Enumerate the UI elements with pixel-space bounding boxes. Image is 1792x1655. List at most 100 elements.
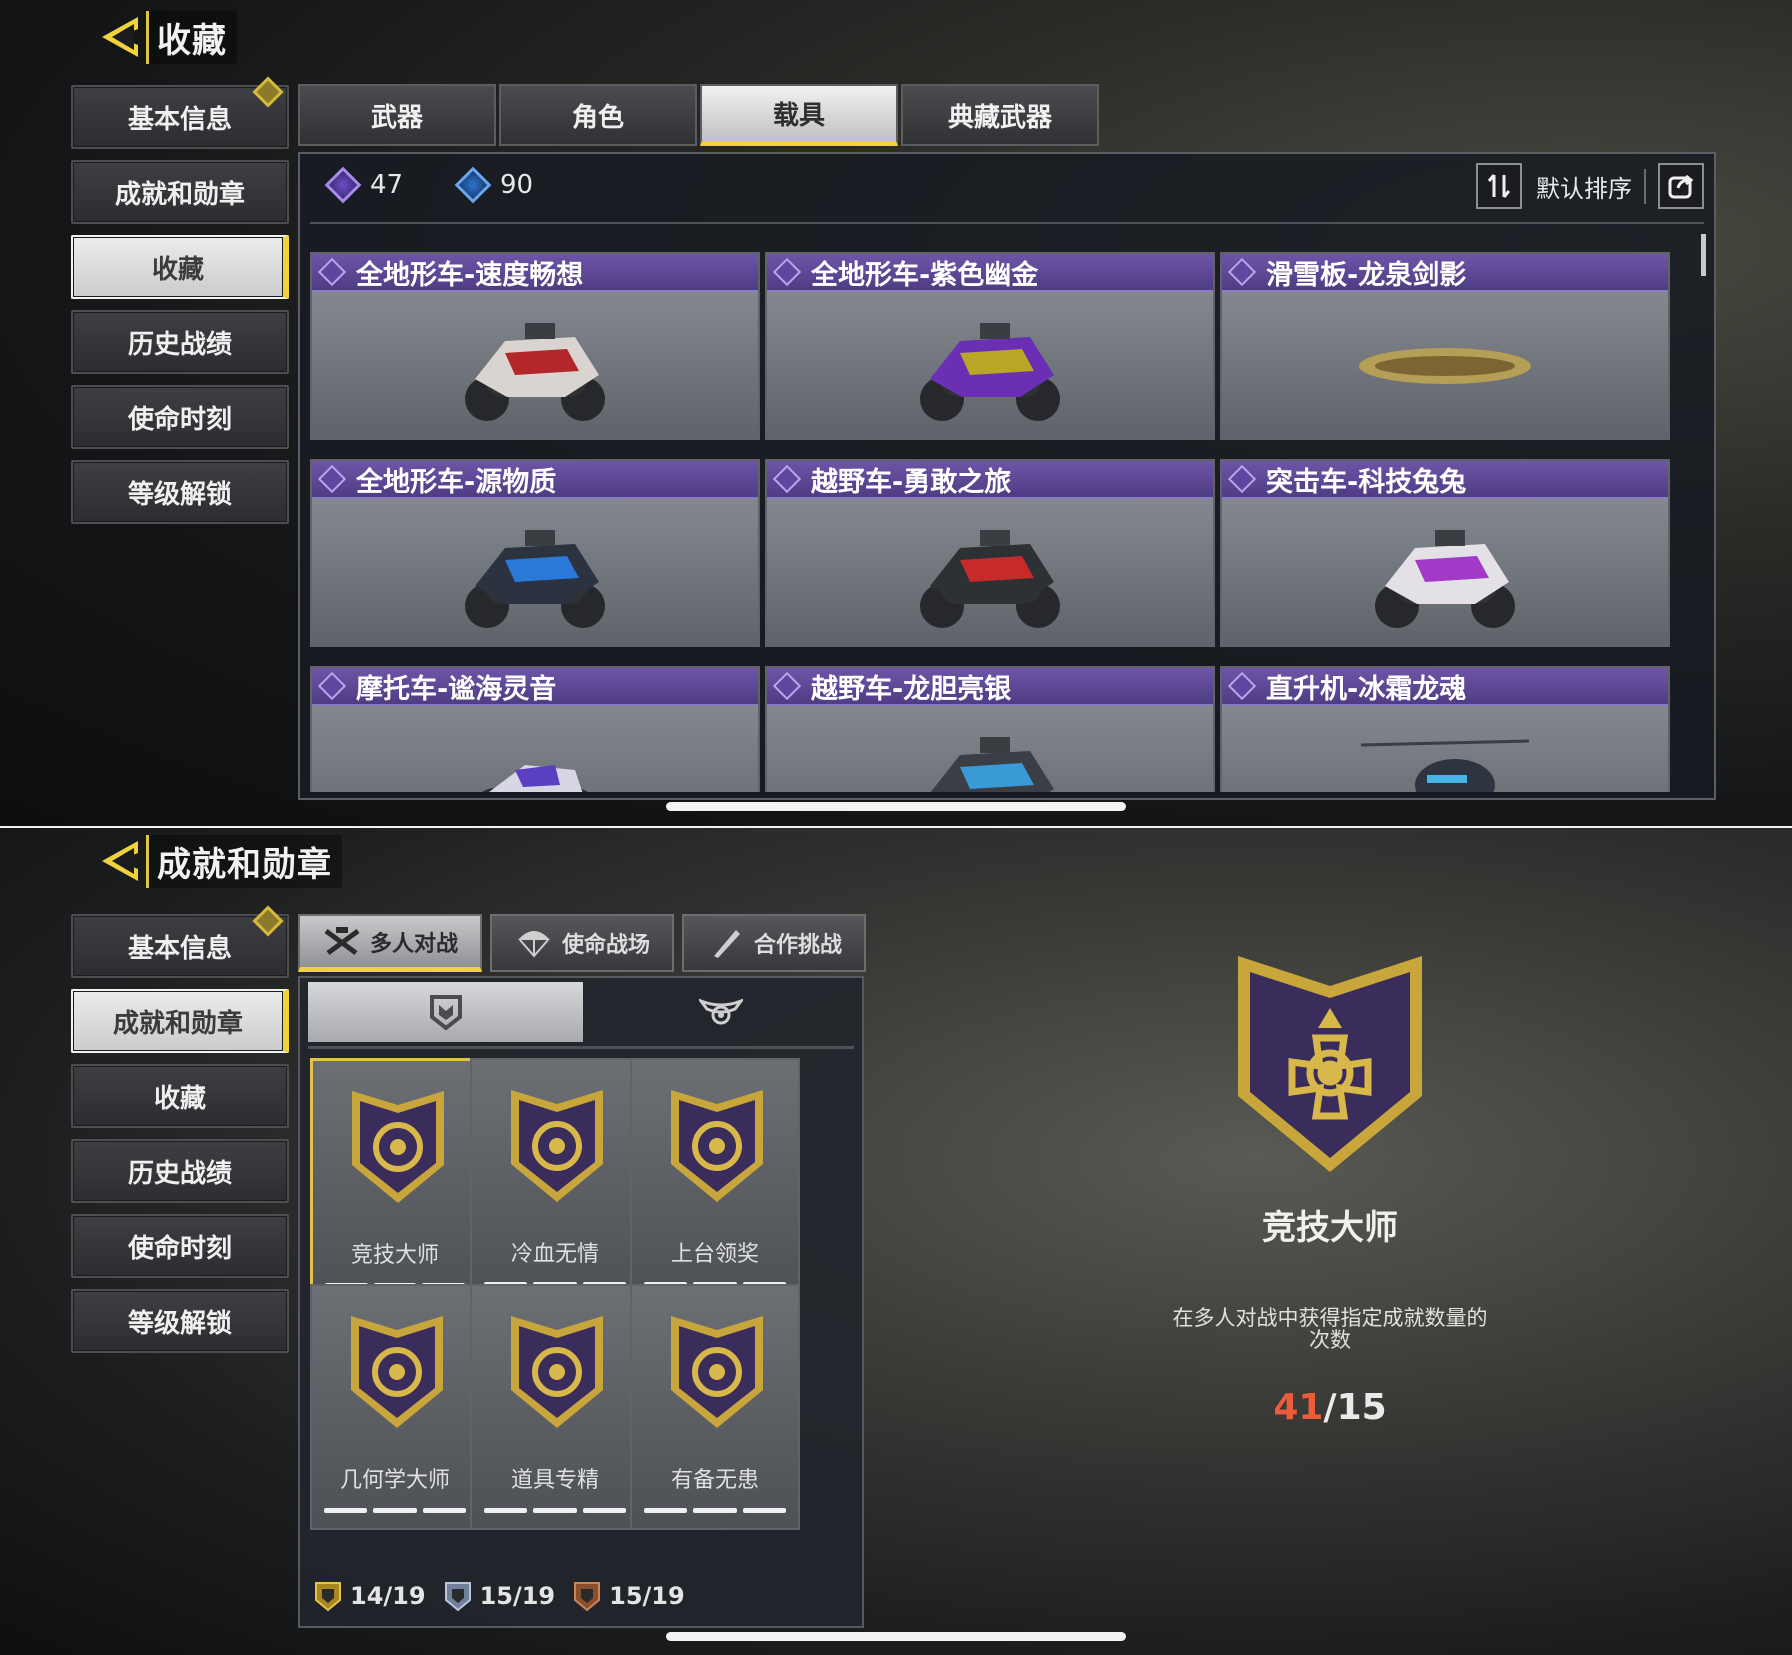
new-badge-icon <box>252 76 284 108</box>
rarity-diamond-icon <box>317 257 347 287</box>
medal-title: 竞技大师 <box>1262 1208 1398 1248</box>
vehicle-card[interactable]: 摩托车-谧海灵音 <box>310 666 760 792</box>
blade-icon <box>713 930 740 958</box>
vehicle-preview <box>767 294 1213 438</box>
medal-tier-progress <box>324 1508 466 1513</box>
tab-battle-royale[interactable]: 使命战场 <box>490 914 674 972</box>
side-item-label: 收藏 <box>153 1083 206 1114</box>
back-arrow-icon[interactable] <box>98 14 142 60</box>
back-arrow-icon[interactable] <box>98 838 142 884</box>
scrollbar[interactable] <box>1701 234 1706 276</box>
side-item-label: 使命时刻 <box>127 1233 232 1264</box>
achievement-subtabs <box>308 982 858 1042</box>
tab-characters[interactable]: 角色 <box>499 84 697 146</box>
side-item-history[interactable]: 历史战绩 <box>71 310 289 374</box>
medal-card[interactable]: 几何学大师 <box>310 1284 480 1530</box>
side-item-label: 历史战绩 <box>127 329 232 360</box>
share-icon <box>1668 174 1694 199</box>
vehicle-preview <box>1222 501 1668 645</box>
tab-legendary-weapons[interactable]: 典藏武器 <box>901 84 1099 146</box>
vehicle-preview <box>312 501 758 645</box>
tier-segment <box>373 1508 417 1513</box>
card-header: 全地形车-速度畅想 <box>312 254 758 292</box>
medal-card[interactable]: 冷血无情 <box>470 1058 640 1304</box>
side-item-achievements[interactable]: 成就和勋章 <box>71 989 289 1053</box>
medal-boom-icon <box>511 1316 603 1428</box>
vehicle-card[interactable]: 突击车-科技兔兔 <box>1220 459 1670 647</box>
tab-coop[interactable]: 合作挑战 <box>682 914 866 972</box>
home-indicator[interactable] <box>666 1632 1126 1641</box>
vehicle-card[interactable]: 全地形车-源物质 <box>310 459 760 647</box>
vehicle-name: 摩托车-谧海灵音 <box>356 673 557 705</box>
side-item-basic-info[interactable]: 基本信息 <box>71 76 289 149</box>
divider <box>310 222 1704 224</box>
side-item-achievements[interactable]: 成就和勋章 <box>71 160 289 224</box>
bronze-medal-count: 15/19 <box>573 1580 685 1612</box>
card-header: 全地形车-紫色幽金 <box>767 254 1213 292</box>
tier-segment <box>693 1508 737 1513</box>
vehicle-card[interactable]: 越野车-勇敢之旅 <box>765 459 1215 647</box>
side-item-unlocks[interactable]: 等级解锁 <box>71 1289 289 1353</box>
vehicle-grid: 全地形车-速度畅想 全地形车-紫色幽金 滑雪板-龙泉剑影全地形车-源物质 越野车-勇敢… <box>310 252 1676 792</box>
medal-progress: 41/15 <box>1140 1387 1520 1428</box>
side-item-basic-info[interactable]: 基本信息 <box>71 905 289 978</box>
side-item-moments[interactable]: 使命时刻 <box>71 1214 289 1278</box>
vehicle-card[interactable]: 全地形车-紫色幽金 <box>765 252 1215 440</box>
tab-weapons[interactable]: 武器 <box>298 84 496 146</box>
sort-icon <box>1487 174 1511 198</box>
home-indicator[interactable] <box>666 802 1126 811</box>
medal-stats: 14/19 15/19 15/19 <box>314 1580 685 1612</box>
stat-value: 15/19 <box>479 1582 556 1610</box>
share-button[interactable] <box>1658 163 1704 209</box>
side-item-history[interactable]: 历史战绩 <box>71 1139 289 1203</box>
collection-screen: 收藏 基本信息 成就和勋章 收藏 历史战绩 使命时刻 等级解锁 武器 角色 载具… <box>0 0 1792 826</box>
currency-value: 90 <box>500 170 534 200</box>
medal-card[interactable]: 道具专精 <box>470 1284 640 1530</box>
medal-name: 几何学大师 <box>339 1468 450 1493</box>
vehicle-preview <box>1222 708 1668 792</box>
medal-card[interactable]: 竞技大师 <box>310 1058 480 1304</box>
card-header: 全地形车-源物质 <box>312 461 758 499</box>
tab-vehicles[interactable]: 载具 <box>700 84 898 146</box>
side-item-moments[interactable]: 使命时刻 <box>71 385 289 449</box>
tier-segment <box>582 1508 626 1513</box>
rarity-diamond-icon <box>772 257 802 287</box>
side-item-label: 收藏 <box>151 254 204 285</box>
side-item-label: 使命时刻 <box>127 404 232 435</box>
vehicle-image-icon <box>930 737 1054 792</box>
tab-multiplayer[interactable]: 多人对战 <box>298 914 482 972</box>
medal-name: 上台领奖 <box>670 1242 759 1267</box>
shield-icon <box>429 995 462 1031</box>
winged-emblem-icon <box>698 998 743 1025</box>
subtab-emblems[interactable] <box>583 982 858 1042</box>
tab-label: 使命战场 <box>561 933 650 958</box>
vehicle-card[interactable]: 越野车-龙胆亮银 <box>765 666 1215 792</box>
subtab-medals[interactable] <box>308 982 583 1042</box>
stat-value: 14/19 <box>350 1582 426 1610</box>
medal-card[interactable]: 上台领奖 <box>630 1058 800 1304</box>
medal-name: 道具专精 <box>510 1468 599 1493</box>
vehicle-card[interactable]: 全地形车-速度畅想 <box>310 252 760 440</box>
medal-dragon-icon <box>511 1090 603 1202</box>
medal-name: 冷血无情 <box>510 1242 599 1267</box>
medal-cross-icon <box>352 1091 444 1203</box>
medal-card[interactable]: 有备无患 <box>630 1284 800 1530</box>
sort-toggle-button[interactable] <box>1476 163 1522 209</box>
purple-gem-icon <box>324 166 362 204</box>
vehicle-image-icon <box>1360 739 1530 792</box>
side-item-unlocks[interactable]: 等级解锁 <box>71 460 289 524</box>
sort-dropdown[interactable]: 默认排序 <box>1536 168 1646 204</box>
vehicle-name: 直升机-冰霜龙魂 <box>1266 673 1467 705</box>
vehicle-preview <box>767 708 1213 792</box>
vehicle-card[interactable]: 直升机-冰霜龙魂 <box>1220 666 1670 792</box>
side-item-label: 基本信息 <box>127 104 232 135</box>
card-header: 越野车-勇敢之旅 <box>767 461 1213 499</box>
side-item-collection[interactable]: 收藏 <box>71 235 289 299</box>
side-menu: 基本信息 成就和勋章 收藏 历史战绩 使命时刻 等级解锁 <box>71 905 289 1364</box>
vehicle-card[interactable]: 滑雪板-龙泉剑影 <box>1220 252 1670 440</box>
side-item-label: 成就和勋章 <box>114 179 245 210</box>
blue-gem-icon <box>454 166 492 204</box>
vehicle-image-icon <box>1375 530 1515 628</box>
vehicle-name: 突击车-科技兔兔 <box>1266 466 1467 498</box>
side-item-collection[interactable]: 收藏 <box>71 1064 289 1128</box>
